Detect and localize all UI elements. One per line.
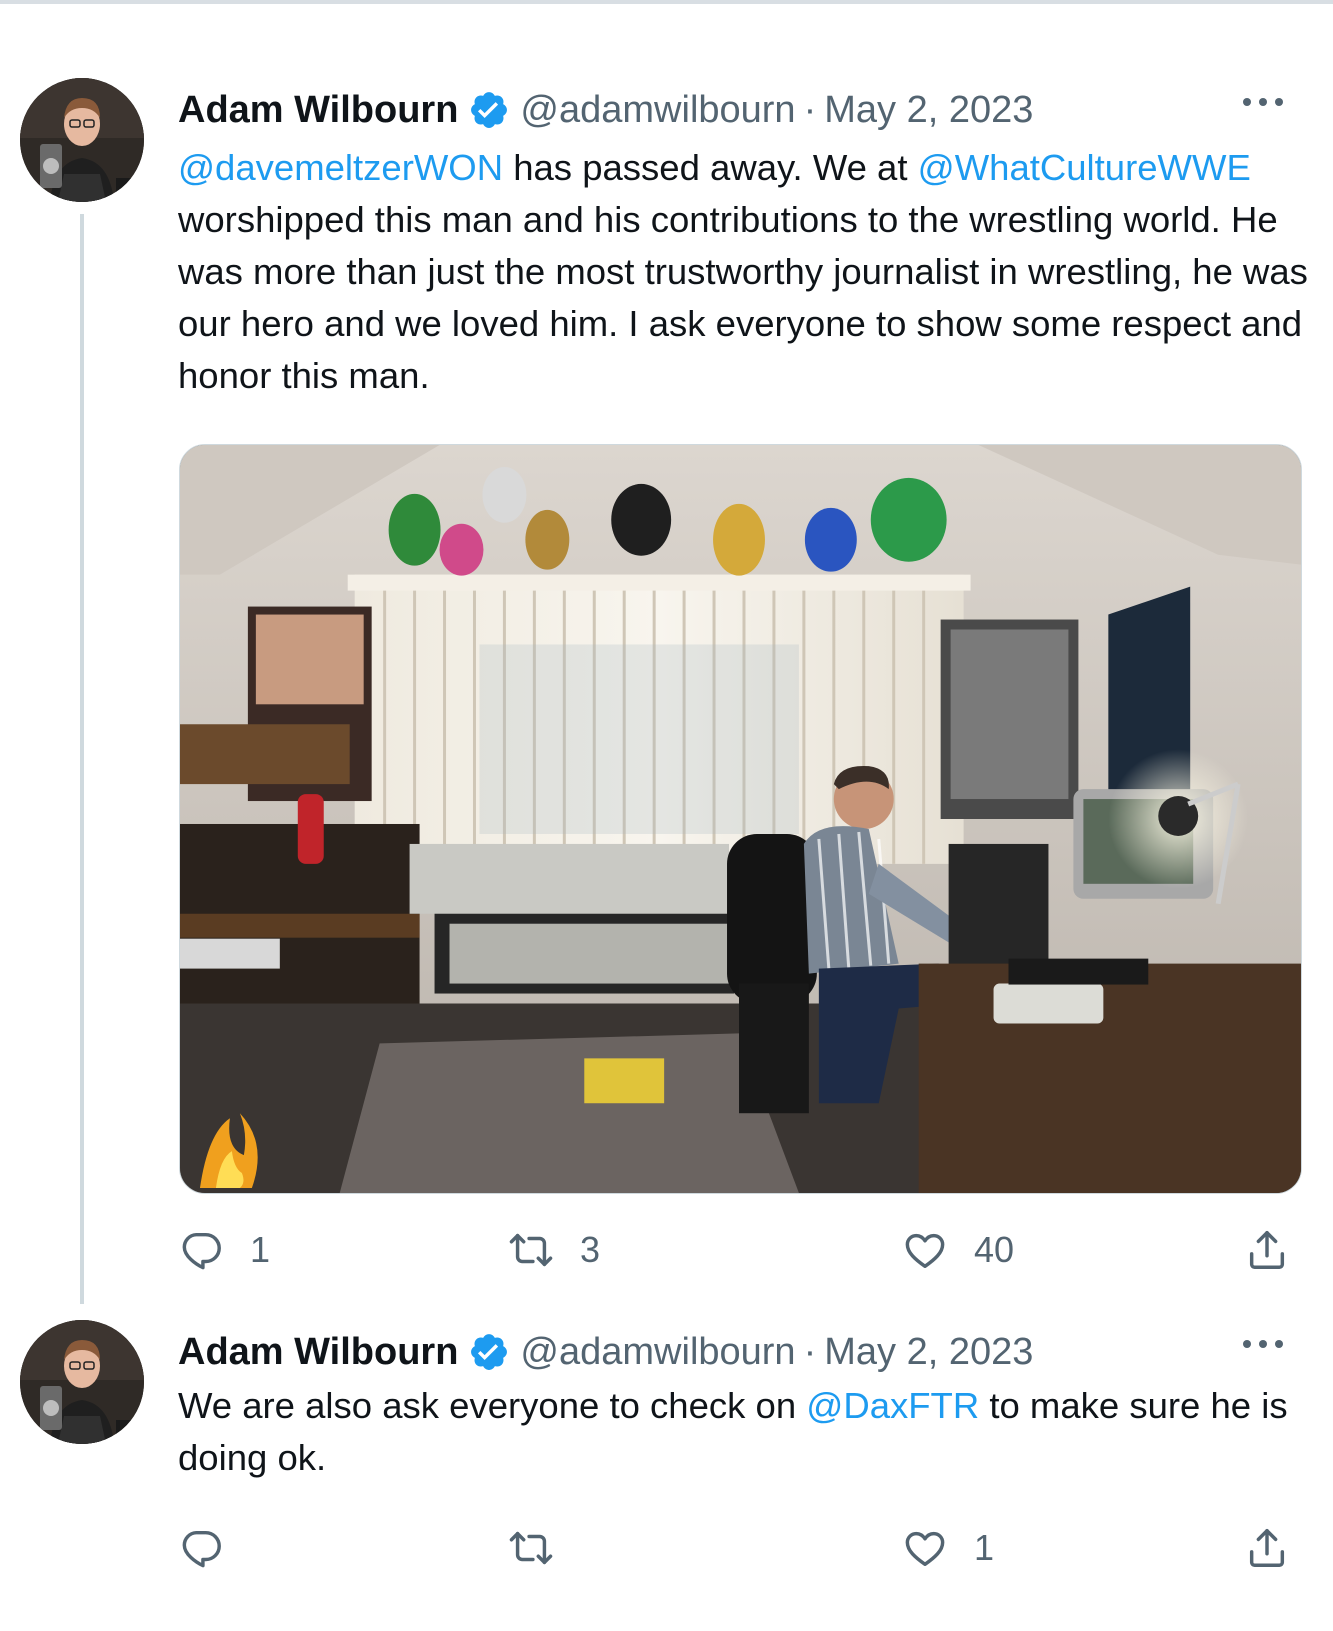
retweet-button[interactable]: 3 <box>508 1220 600 1280</box>
verified-badge-icon[interactable] <box>468 89 510 131</box>
tweet-header: Adam Wilbourn @adamwilbourn · May 2, 202… <box>178 82 1033 138</box>
header-separator: · <box>803 89 817 131</box>
tweet[interactable]: Adam Wilbourn @adamwilbourn · May 2, 202… <box>0 1314 1333 1614</box>
avatar[interactable] <box>20 1320 144 1444</box>
mention-link[interactable]: @DaxFTR <box>806 1385 979 1426</box>
like-count: 40 <box>974 1229 1015 1270</box>
tweet-text: @davemeltzerWON has passed away. We at @… <box>178 142 1308 402</box>
like-button[interactable]: 40 <box>902 1220 1014 1280</box>
tweet-text-segment: We are also ask everyone to check on <box>178 1385 807 1426</box>
verified-badge-icon[interactable] <box>468 1331 510 1373</box>
mention-link[interactable]: @davemeltzerWON <box>178 147 503 188</box>
tweet-header: Adam Wilbourn @adamwilbourn · May 2, 202… <box>178 1324 1033 1380</box>
tweet-text-segment: worshipped this man and his contribution… <box>178 199 1308 396</box>
header-separator: · <box>803 1331 817 1373</box>
tweet-date[interactable]: May 2, 2023 <box>824 82 1033 138</box>
like-icon <box>902 1227 948 1273</box>
more-options-icon[interactable] <box>1243 1332 1283 1356</box>
like-icon <box>902 1525 948 1571</box>
reply-count: 1 <box>250 1229 271 1270</box>
more-options-icon[interactable] <box>1243 90 1283 114</box>
share-button[interactable] <box>1244 1518 1290 1578</box>
reply-button[interactable]: 1 <box>178 1220 270 1280</box>
reply-icon <box>178 1525 224 1571</box>
like-button[interactable]: 1 <box>902 1518 994 1578</box>
share-button[interactable] <box>1244 1220 1290 1280</box>
retweet-icon <box>508 1227 554 1273</box>
author-name[interactable]: Adam Wilbourn <box>178 1324 458 1380</box>
tweet[interactable]: Adam Wilbourn @adamwilbourn · May 2, 202… <box>0 72 1333 1304</box>
top-divider <box>0 0 1333 4</box>
thread-connector-line <box>80 214 84 1304</box>
author-handle[interactable]: @adamwilbourn <box>520 82 795 138</box>
retweet-count: 3 <box>580 1229 601 1270</box>
avatar[interactable] <box>20 78 144 202</box>
like-count: 1 <box>974 1527 995 1568</box>
tweet-actions: 1 <box>178 1518 1308 1578</box>
mention-link[interactable]: @WhatCultureWWE <box>918 147 1251 188</box>
tweet-actions: 1 3 40 <box>178 1220 1308 1280</box>
reply-icon <box>178 1227 224 1273</box>
share-icon <box>1244 1227 1290 1273</box>
tweet-date[interactable]: May 2, 2023 <box>824 1324 1033 1380</box>
share-icon <box>1244 1525 1290 1571</box>
tweet-text-segment: has passed away. We at <box>503 147 918 188</box>
retweet-button[interactable] <box>508 1518 580 1578</box>
retweet-icon <box>508 1525 554 1571</box>
reply-button[interactable] <box>178 1518 250 1578</box>
author-name[interactable]: Adam Wilbourn <box>178 82 458 138</box>
tweet-text: We are also ask everyone to check on @Da… <box>178 1380 1308 1484</box>
author-handle[interactable]: @adamwilbourn <box>520 1324 795 1380</box>
tweet-photo[interactable] <box>179 444 1302 1194</box>
